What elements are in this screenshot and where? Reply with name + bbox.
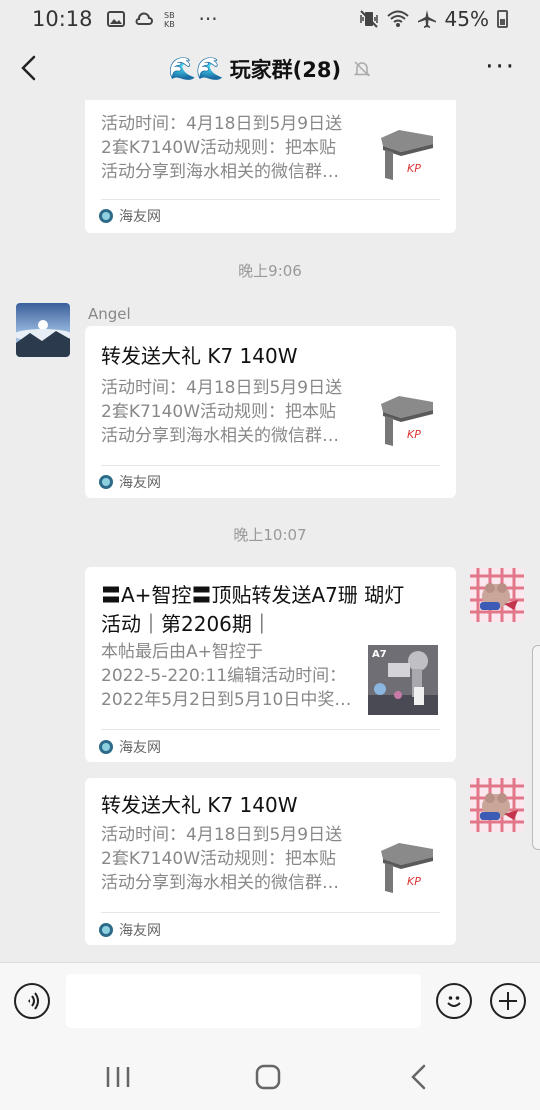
link-source: 海友网: [99, 920, 161, 940]
my-avatar[interactable]: [470, 778, 524, 832]
voice-icon: [28, 992, 39, 1010]
home-icon[interactable]: [253, 1062, 283, 1092]
my-avatar[interactable]: [470, 568, 524, 622]
battery-icon: [497, 10, 508, 28]
sender-name: Angel: [88, 305, 131, 323]
svg-text:KP: KP: [407, 162, 421, 175]
link-description: 活动时间：4月18日到5月9日送 2套K7140W活动规则：把本贴 活动分享到海…: [101, 378, 343, 446]
recent-apps-icon[interactable]: [103, 1062, 133, 1092]
svg-text:SB: SB: [164, 11, 175, 20]
mountain-sunrise-avatar-icon: [16, 303, 70, 357]
link-title: 转发送大礼 K7 140W: [101, 344, 298, 368]
link-title: 转发送大礼 K7 140W: [101, 793, 298, 817]
link-title: 〓A+智控〓顶贴转发送A7珊 瑚灯 活动｜第2206期｜: [101, 583, 405, 636]
chat-title: 玩家群(28): [229, 58, 342, 82]
status-notification-icons: SB KB ···: [106, 7, 218, 31]
system-navigation-bar: [0, 1040, 540, 1110]
more-functions-button[interactable]: [490, 983, 526, 1019]
chat-header: 🌊🌊 玩家群(28) ···: [0, 38, 540, 100]
shared-link-card[interactable]: 〓A+智控〓顶贴转发送A7珊 瑚灯 活动｜第2206期｜ 本帖最后由A+智控于 …: [85, 567, 456, 762]
airplane-mode-icon: [417, 10, 436, 28]
chat-message-list[interactable]: 转发送大礼 K7 140W 活动时间：4月18日到5月9日送 2套K7140W活…: [0, 100, 540, 962]
link-source: 海友网: [99, 472, 161, 492]
haiyou-logo-icon: [99, 209, 113, 223]
haiyou-logo-icon: [99, 740, 113, 754]
gallery-icon: [106, 11, 125, 27]
plus-icon: [499, 992, 517, 1010]
status-bar: 10:18 SB KB ··· 45%: [0, 0, 540, 38]
svg-text:KB: KB: [164, 20, 175, 28]
shared-link-card[interactable]: 转发送大礼 K7 140W 活动时间：4月18日到5月9日送 2套K7140W活…: [85, 100, 456, 233]
smiley-icon: [447, 996, 461, 1007]
haiyou-logo-icon: [99, 475, 113, 489]
a7-coral-lamp-thumbnail: A7: [368, 645, 438, 715]
message-input[interactable]: [66, 974, 421, 1028]
message-timestamp: 晚上9:06: [238, 262, 302, 280]
link-description: 活动时间：4月18日到5月9日送 2套K7140W活动规则：把本贴 活动分享到海…: [101, 825, 343, 893]
haiyou-logo-icon: [99, 923, 113, 937]
battery-percent: 45%: [444, 7, 489, 31]
mute-bell-icon: [353, 61, 371, 77]
svg-text:KP: KP: [407, 875, 421, 888]
more-options-button[interactable]: ···: [485, 54, 516, 80]
scroll-handle[interactable]: [532, 645, 540, 850]
link-source: 海友网: [99, 737, 161, 757]
emoji-button[interactable]: [436, 983, 472, 1019]
message-timestamp: 晚上10:07: [233, 526, 307, 544]
wave-emoji: 🌊🌊: [168, 56, 224, 82]
link-description: 活动时间：4月18日到5月9日送 2套K7140W活动规则：把本贴 活动分享到海…: [101, 114, 343, 182]
plaid-toy-avatar-icon: [470, 778, 524, 832]
link-title-partial: 转发送大礼 K7 140W: [101, 100, 298, 102]
plaid-toy-avatar-icon: [470, 568, 524, 622]
vibrate-mute-icon: [359, 10, 378, 28]
lamp-product-thumbnail: KP: [371, 835, 441, 905]
lamp-product-thumbnail: KP: [371, 122, 441, 192]
link-description: 本帖最后由A+智控于 2022-5-220:11编辑活动时间： 2022年5月2…: [101, 642, 352, 710]
shared-link-card[interactable]: 转发送大礼 K7 140W 活动时间：4月18日到5月9日送 2套K7140W活…: [85, 778, 456, 945]
svg-text:KP: KP: [407, 428, 421, 441]
nav-back-icon[interactable]: [405, 1062, 435, 1092]
link-source: 海友网: [99, 206, 161, 226]
more-notifications-icon: ···: [198, 7, 218, 31]
data-saver-icon: SBKB: [164, 11, 175, 28]
status-time: 10:18: [32, 7, 93, 31]
shared-link-card[interactable]: 转发送大礼 K7 140W 活动时间：4月18日到5月9日送 2套K7140W活…: [85, 326, 456, 498]
voice-input-button[interactable]: [14, 983, 50, 1019]
cloud-sync-icon: [135, 12, 153, 25]
svg-text:A7: A7: [372, 649, 387, 660]
status-system-icons: 45%: [359, 7, 508, 31]
back-arrow-icon[interactable]: [14, 52, 46, 84]
wifi-icon: [386, 10, 409, 27]
message-input-bar: [0, 962, 540, 1040]
lamp-product-thumbnail: KP: [371, 388, 441, 458]
sender-avatar[interactable]: [16, 303, 70, 357]
chat-title-group[interactable]: 🌊🌊 玩家群(28): [169, 54, 371, 84]
